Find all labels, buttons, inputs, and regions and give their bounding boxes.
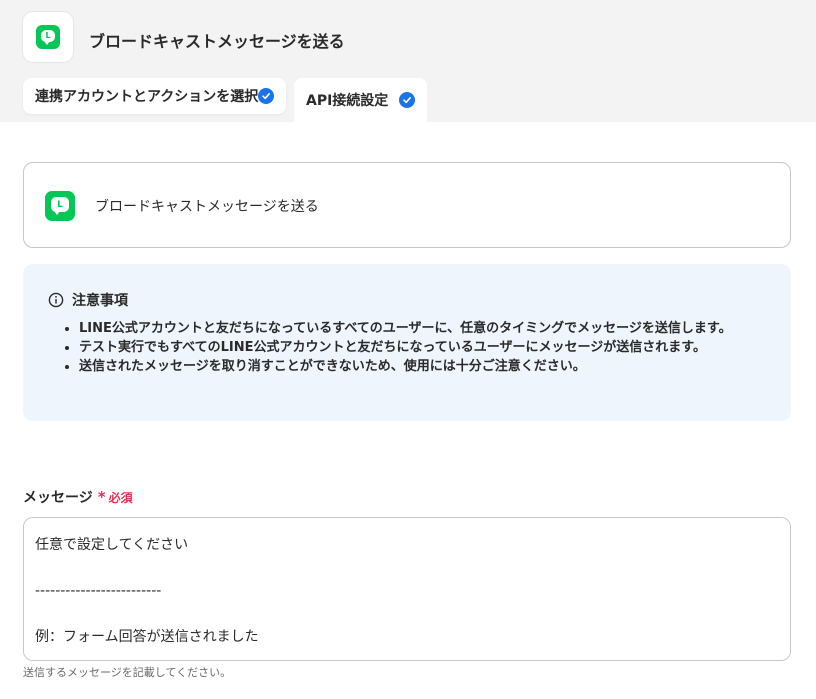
tab-label: 連携アカウントとアクションを選択 — [35, 89, 259, 105]
action-label: ブロードキャストメッセージを送る — [95, 199, 319, 215]
message-label-text: メッセージ — [23, 490, 93, 506]
check-circle-icon — [399, 92, 415, 108]
message-input[interactable]: 任意で設定してください ------------------------- 例：… — [23, 517, 791, 661]
required-asterisk: * — [97, 488, 106, 506]
tab-label: API接続設定 — [306, 93, 389, 109]
message-label: メッセージ * 必須 — [23, 487, 133, 507]
check-circle-icon — [258, 88, 275, 104]
line-app-icon: L — [36, 25, 60, 49]
page-title: ブロードキャストメッセージを送る — [89, 32, 345, 51]
info-icon — [48, 292, 64, 308]
notice-item: 送信されたメッセージを取り消すことができないため、使用には十分ご注意ください。 — [79, 357, 799, 376]
line-app-icon: L — [45, 191, 75, 221]
notice-item: テスト実行でもすべてのLINE公式アカウントと友だちになっているユーザーにメッセ… — [79, 338, 799, 357]
tab-api-settings[interactable]: API接続設定 — [294, 78, 427, 122]
notice-box: 注意事項 LINE公式アカウントと友だちになっているすべてのユーザーに、任意のタ… — [23, 264, 791, 421]
action-card[interactable]: L ブロードキャストメッセージを送る — [23, 162, 791, 248]
notice-item: LINE公式アカウントと友だちになっているすべてのユーザーに、任意のタイミングで… — [79, 319, 799, 338]
header-bar: L ブロードキャストメッセージを送る 連携アカウントとアクションを選択 API接… — [0, 0, 816, 122]
notice-list: LINE公式アカウントと友だちになっているすべてのユーザーに、任意のタイミングで… — [59, 319, 799, 376]
required-badge: 必須 — [108, 490, 133, 505]
tab-account-action[interactable]: 連携アカウントとアクションを選択 — [23, 78, 286, 114]
notice-title: 注意事項 — [72, 293, 128, 309]
app-logo: L — [23, 12, 73, 62]
message-helper-text: 送信するメッセージを記載してください。 — [23, 666, 232, 679]
